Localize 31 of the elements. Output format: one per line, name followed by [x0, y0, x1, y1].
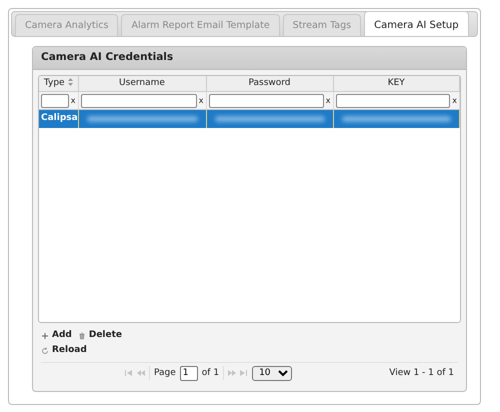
column-header[interactable]: KEY	[333, 76, 460, 92]
filter-field[interactable]	[208, 94, 324, 108]
reload-button[interactable]: Reload	[41, 344, 87, 358]
page-label: Page	[154, 366, 176, 380]
clear-filter-button[interactable]: x	[452, 94, 457, 107]
column-header[interactable]: Type	[39, 76, 78, 92]
plus-icon	[41, 332, 49, 340]
delete-button[interactable]: Delete	[78, 328, 122, 342]
first-page-icon[interactable]	[125, 370, 133, 376]
sort-icon[interactable]	[68, 78, 73, 86]
trash-icon	[78, 332, 86, 340]
clear-filter-button[interactable]: x	[326, 94, 330, 107]
tab[interactable]: Camera AI Setup	[364, 11, 469, 36]
clear-filter-button[interactable]: x	[198, 94, 204, 107]
next-page-icon[interactable]	[228, 370, 236, 376]
page-count: of 1	[202, 366, 220, 380]
clear-filter-button[interactable]: x	[70, 94, 76, 107]
column-header[interactable]: Password	[206, 76, 333, 92]
table-cell: Calipsa	[41, 113, 78, 124]
panel-title: Camera AI Credentials	[33, 47, 466, 70]
filter-field[interactable]	[80, 94, 197, 108]
filter-field[interactable]	[41, 94, 69, 108]
column-header[interactable]: Username	[78, 76, 206, 92]
filter-field[interactable]	[336, 94, 450, 108]
page-field[interactable]: 1	[180, 366, 198, 381]
refresh-icon	[41, 347, 49, 355]
previous-page-icon[interactable]	[137, 370, 145, 376]
record-count: View 1 - 1 of 1	[389, 366, 454, 380]
page-size-select[interactable]: 10	[252, 366, 292, 381]
add-button[interactable]: Add	[41, 328, 72, 342]
last-page-icon[interactable]	[240, 370, 248, 376]
